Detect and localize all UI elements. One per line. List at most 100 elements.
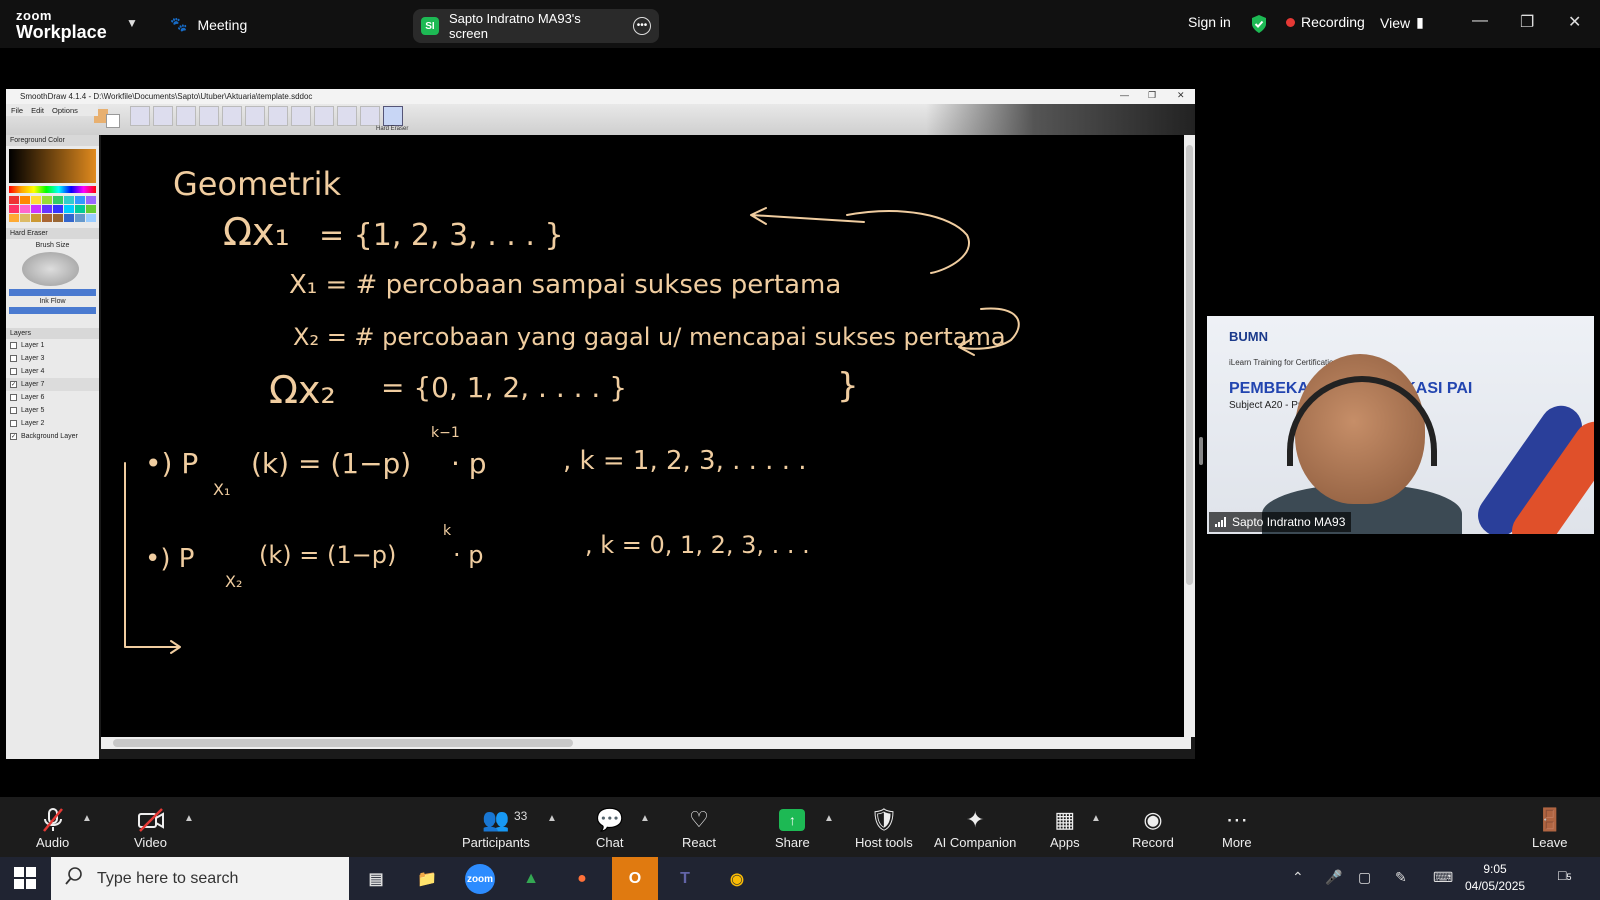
zoom-app-icon[interactable]: zoom [465,864,495,894]
audio-label: Audio [36,835,70,850]
sd-restore-icon[interactable]: ❐ [1148,90,1156,101]
vertical-scroll-thumb[interactable] [1186,145,1193,585]
react-button[interactable]: ♡ React [682,807,716,850]
share-label: Share [775,835,810,850]
layer-visibility-checkbox[interactable]: ✓ [10,433,17,440]
sd-minimize-icon[interactable]: — [1120,90,1129,100]
sd-close-icon[interactable]: ✕ [1177,90,1185,101]
windows-start-icon[interactable] [14,867,36,889]
tray-keyboard-icon[interactable]: ⌨ [1433,869,1453,886]
share-button[interactable]: ↑ Share [775,807,810,850]
layer-row[interactable]: ✓ Layer 7 [6,378,99,391]
panel-splitter[interactable] [1199,437,1203,465]
share-chevron-icon[interactable]: ▲ [824,813,834,824]
layer-row[interactable]: Layer 6 [6,391,99,404]
tray-display-icon[interactable]: ▢ [1358,869,1371,886]
participant-video-tile[interactable]: BUMN iLearn Training for Certification P… [1207,316,1594,534]
apps-chevron-icon[interactable]: ▲ [1091,813,1101,824]
system-clock[interactable]: 9:05 04/05/2025 [1465,861,1525,895]
notification-center-icon[interactable]: □5 [1558,867,1571,883]
recording-indicator[interactable]: Recording [1286,14,1365,30]
tray-microphone-icon[interactable]: 🎤 [1325,869,1342,886]
layer-visibility-checkbox[interactable] [10,342,17,349]
layer-row[interactable]: ✓ Background Layer [6,430,99,443]
menu-edit[interactable]: Edit [31,106,44,115]
layer-visibility-checkbox[interactable] [10,420,17,427]
layer-row[interactable]: Layer 1 [6,339,99,352]
firefox-icon[interactable]: ● [567,864,597,894]
color-picker[interactable] [9,149,96,183]
layers-header[interactable]: Layers [6,328,99,339]
blur-brush-icon[interactable] [314,106,334,126]
ai-companion-button[interactable]: ✦ AI Companion [934,807,1016,850]
background-swatch[interactable] [106,114,120,128]
screen-share-pill[interactable]: SI Sapto Indratno MA93's screen ••• [413,9,659,43]
file-explorer-icon[interactable]: 📁 [412,864,442,894]
chalk-brush-icon[interactable] [222,106,242,126]
signal-bars-icon [1215,517,1227,527]
google-drive-icon[interactable]: ▲ [516,864,546,894]
more-button[interactable]: ⋯ More [1222,807,1252,850]
ink-flow-slider[interactable] [9,307,96,314]
chat-button[interactable]: 💬 Chat [596,807,623,850]
close-icon[interactable]: ✕ [1568,12,1581,32]
leave-button[interactable]: 🚪 Leave [1532,807,1567,850]
pen-brush-icon[interactable] [130,106,150,126]
ink-brush-icon[interactable] [268,106,288,126]
security-shield-icon[interactable] [1250,14,1268,34]
sign-in-button[interactable]: Sign in [1188,14,1231,30]
view-button[interactable]: View ▮ [1380,14,1424,31]
layer-visibility-checkbox[interactable] [10,394,17,401]
teams-icon[interactable]: T [670,864,700,894]
hard-eraser-header[interactable]: Hard Eraser [6,228,99,239]
outlook-icon[interactable]: O [612,857,658,900]
airbrush-icon[interactable] [245,106,265,126]
smudge-brush-icon[interactable] [337,106,357,126]
apps-button[interactable]: ▦ Apps [1050,807,1080,850]
audio-button[interactable]: Audio [36,807,69,850]
brush-tools [130,106,403,128]
vertical-scrollbar[interactable] [1184,135,1195,737]
horizontal-scrollbar[interactable] [101,737,1191,749]
marker-brush-icon[interactable] [199,106,219,126]
drawing-canvas[interactable]: Geometrik Ωx₁ = {1, 2, 3, . . . } X₁ = #… [101,135,1191,737]
layer-row[interactable]: Layer 2 [6,417,99,430]
highlighter-brush-icon[interactable] [176,106,196,126]
meeting-menu[interactable]: 🐾 Meeting [170,16,247,33]
video-options-chevron-icon[interactable]: ▲ [184,813,194,824]
hue-slider[interactable] [9,186,96,193]
layer-visibility-checkbox[interactable] [10,407,17,414]
layer-row[interactable]: Layer 4 [6,365,99,378]
pencil-brush-icon[interactable] [153,106,173,126]
minimize-icon[interactable]: — [1472,12,1488,30]
more-options-icon[interactable]: ••• [633,17,651,35]
hard-eraser-icon[interactable] [383,106,403,126]
x2-definition: X₂ = # percobaan yang gagal u/ mencapai … [293,323,1006,351]
taskbar-search-box[interactable]: Type here to search [51,857,349,900]
task-view-icon[interactable]: ▤ [361,864,391,894]
chevron-down-icon[interactable]: ▼ [126,16,138,30]
menu-file[interactable]: File [11,106,23,115]
layer-visibility-checkbox[interactable] [10,355,17,362]
paint-brush-icon[interactable] [291,106,311,126]
host-tools-button[interactable]: 🛡 Host tools [855,807,913,850]
foreground-color-header[interactable]: Foreground Color [6,135,99,146]
video-button[interactable]: Video [134,807,167,850]
audio-options-chevron-icon[interactable]: ▲ [82,813,92,824]
participants-chevron-icon[interactable]: ▲ [547,813,557,824]
tray-chevron-up-icon[interactable]: ⌃ [1292,869,1304,886]
brush-size-slider[interactable] [9,289,96,296]
record-button[interactable]: ◉ Record [1132,807,1174,850]
tray-pen-icon[interactable]: ✎ [1395,869,1407,886]
restore-icon[interactable]: ❐ [1520,12,1534,32]
chat-chevron-icon[interactable]: ▲ [640,813,650,824]
layer-visibility-checkbox[interactable] [10,368,17,375]
chrome-icon[interactable]: ◉ [722,864,752,894]
layer-row[interactable]: Layer 3 [6,352,99,365]
color-palette[interactable] [9,196,96,222]
menu-options[interactable]: Options [52,106,78,115]
horizontal-scroll-thumb[interactable] [113,739,573,747]
layer-row[interactable]: Layer 5 [6,404,99,417]
layer-visibility-checkbox[interactable]: ✓ [10,381,17,388]
soft-eraser-icon[interactable] [360,106,380,126]
